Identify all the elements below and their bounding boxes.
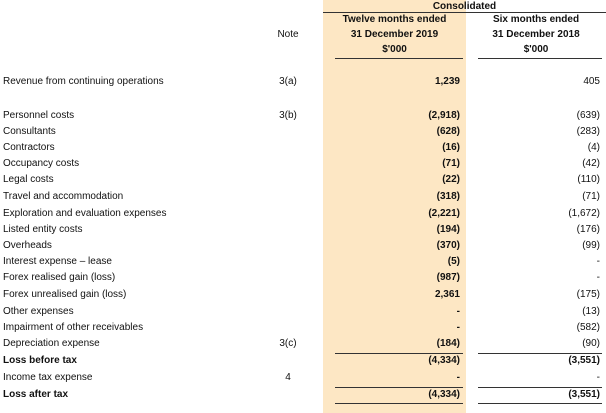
row-value-2018: (90) [582,338,600,349]
row-value-2018: - [596,272,600,283]
row-label: Legal costs [3,174,54,185]
col2-header-line1: Six months ended [492,14,580,25]
row-label: Forex realised gain (loss) [3,272,116,283]
row-label: Loss before tax [3,355,77,366]
col1-subtotal-rule [335,353,463,354]
row-value-2018: (110) [577,174,600,185]
row-label: Impairment of other receivables [3,322,144,333]
row-label: Personnel costs [3,110,75,121]
row-note: 3(a) [279,76,297,87]
col1-header-line2: 31 December 2019 [350,29,439,40]
col2-subtotal-rule [478,353,602,354]
row-label: Travel and accommodation [3,191,124,202]
row-value-2018: (13) [582,306,600,317]
row-value-2019: (2,918) [428,110,460,121]
row-value-2018: (3,551) [568,355,600,366]
row-value-2019: (318) [436,191,460,202]
col1-header-underline [335,58,463,59]
row-value-2019: (5) [447,256,460,267]
col1-total-rule [335,387,463,388]
row-value-2018: (639) [576,110,600,121]
row-label: Other expenses [3,306,74,317]
row-label: Listed entity costs [3,224,83,235]
row-value-2018: (71) [582,191,600,202]
row-value-2019: 2,361 [434,289,460,300]
row-value-2019: (4,334) [428,355,460,366]
row-value-2018: - [596,372,600,383]
row-value-2018: (4) [587,142,600,153]
col2-total-rule [478,387,602,388]
row-value-2018: (3,551) [568,389,600,400]
row-label: Forex unrealised gain (loss) [3,289,127,300]
row-value-2018: (99) [582,240,600,251]
col2-total-underline [478,403,602,404]
row-value-2018: 405 [583,76,600,87]
row-value-2019: (4,334) [428,389,460,400]
row-value-2018: (283) [576,126,600,137]
col1-unit: $'000 [382,44,407,55]
row-note: 3(c) [279,338,297,349]
row-label: Loss after tax [3,389,69,400]
row-label: Depreciation expense [3,338,100,349]
row-value-2018: - [596,256,600,267]
current-year-highlight [323,0,466,413]
row-value-2019: (184) [436,338,460,349]
col1-header-line1: Twelve months ended [342,14,447,25]
col1-total-underline [335,403,463,404]
row-label: Contractors [3,142,55,153]
row-label: Occupancy costs [3,158,80,169]
row-label: Overheads [3,240,52,251]
row-value-2019: (194) [436,224,460,235]
row-value-2019: (16) [442,142,460,153]
row-value-2018: (582) [576,322,600,333]
row-value-2019: (987) [436,272,460,283]
row-value-2019: (71) [442,158,460,169]
row-note: 3(b) [279,110,297,121]
col2-header-line2: 31 December 2018 [492,29,580,40]
income-statement: Consolidated Note Twelve months ended 31… [0,0,606,413]
row-label: Exploration and evaluation expenses [3,208,167,219]
row-value-2019: 1,239 [434,76,460,87]
row-value-2019: - [456,306,460,317]
row-label: Income tax expense [3,372,93,383]
row-value-2019: - [456,372,460,383]
row-value-2019: (22) [442,174,460,185]
row-label: Consultants [3,126,56,137]
row-value-2018: (176) [576,224,600,235]
col2-header-underline [478,58,602,59]
row-label: Revenue from continuing operations [3,76,164,87]
note-column-header: Note [277,29,299,40]
row-note: 4 [285,372,291,383]
row-value-2019: (2,221) [428,208,460,219]
row-value-2018: (175) [576,289,600,300]
row-value-2018: (1,672) [568,208,600,219]
row-value-2019: (370) [436,240,460,251]
row-value-2019: - [456,322,460,333]
row-label: Interest expense – lease [3,256,112,267]
row-value-2018: (42) [582,158,600,169]
row-value-2019: (628) [436,126,460,137]
col2-unit: $'000 [523,44,549,55]
consolidated-underline [323,12,606,13]
